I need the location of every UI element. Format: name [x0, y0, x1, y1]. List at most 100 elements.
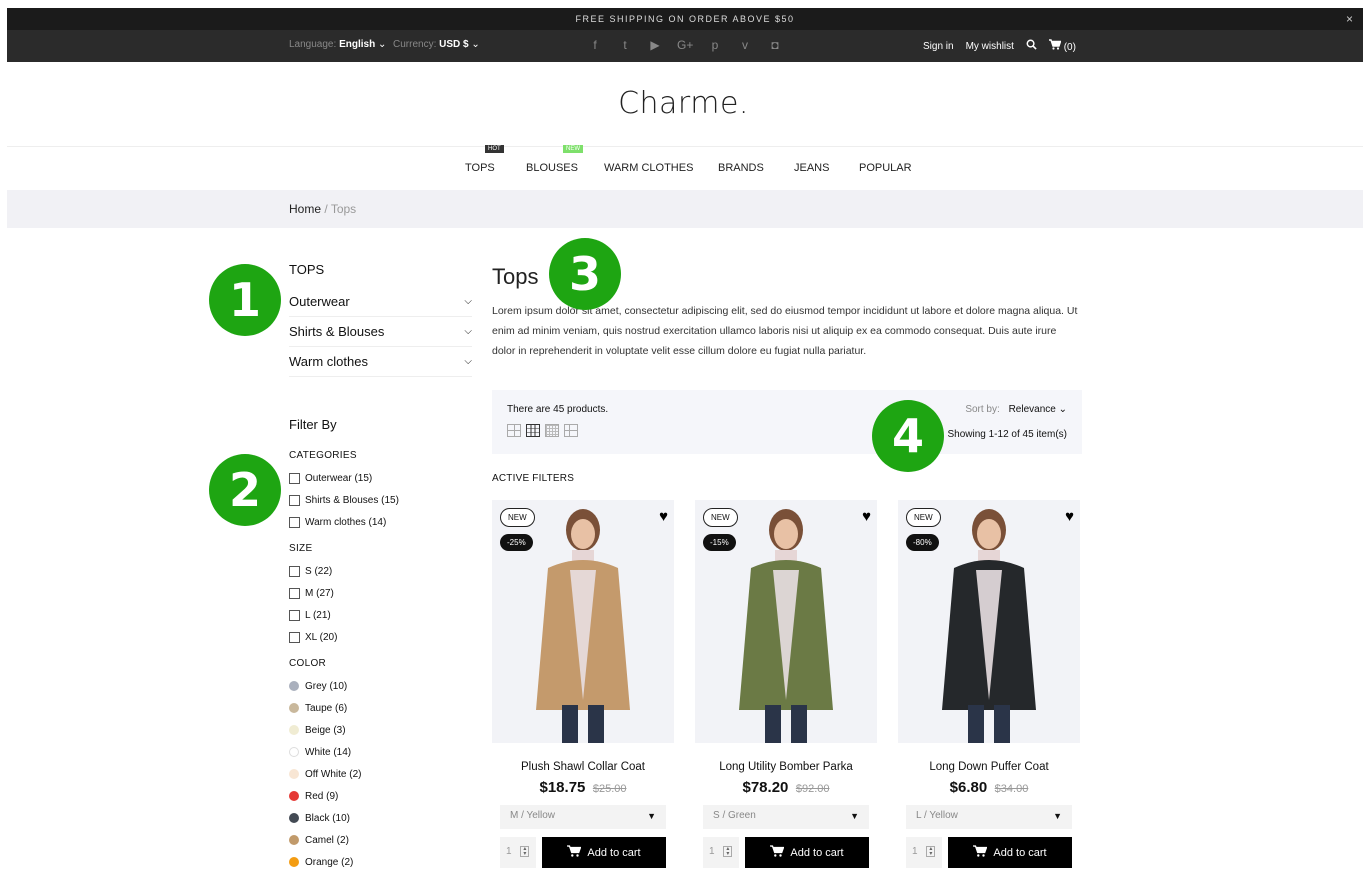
filter-by-title: Filter By	[289, 417, 337, 432]
nav-item-popular[interactable]: POPULAR	[859, 162, 912, 174]
product-card[interactable]: NEW -15% ♥ Long Utility Bomber Parka $78…	[695, 500, 877, 868]
sidebar-item-warm-clothes[interactable]: Warm clothes ⌵	[289, 347, 472, 377]
product-name[interactable]: Long Utility Bomber Parka	[695, 761, 877, 773]
product-image[interactable]: NEW -25% ♥	[492, 500, 674, 743]
add-to-cart-button[interactable]: Add to cart	[542, 837, 666, 868]
filter-checkbox[interactable]: Warm clothes (14)	[289, 511, 472, 533]
color-swatch[interactable]	[289, 835, 299, 845]
heart-icon[interactable]: ♥	[1065, 508, 1074, 525]
checkbox[interactable]	[289, 472, 300, 484]
breadcrumb-home[interactable]: Home	[289, 202, 321, 216]
color-swatch[interactable]	[289, 813, 299, 823]
color-swatch[interactable]	[289, 703, 299, 713]
close-icon[interactable]: ×	[1346, 8, 1353, 30]
discount-badge: -15%	[703, 534, 736, 551]
quantity-stepper[interactable]: 1 ▴ ▾	[703, 837, 739, 868]
nav-item-blouses[interactable]: NEW BLOUSES	[526, 145, 583, 174]
color-filter-item[interactable]: Orange (2)	[289, 851, 472, 873]
variant-select[interactable]: S / Green ▼	[703, 805, 869, 829]
currency-selector[interactable]: Currency: USD $ ⌄	[393, 39, 480, 50]
filter-group-categories-title: CATEGORIES	[289, 450, 357, 461]
nav-item-jeans[interactable]: JEANS	[794, 162, 829, 174]
spinner-icon[interactable]: ▴ ▾	[926, 846, 936, 857]
chevron-down-icon[interactable]: ⌵	[464, 296, 472, 307]
cart-link[interactable]: (0)	[1048, 39, 1076, 53]
filter-checkbox[interactable]: S (22)	[289, 560, 472, 582]
twitter-icon[interactable]: t	[617, 38, 633, 52]
cart-icon	[567, 845, 582, 860]
grid-2-icon[interactable]	[507, 424, 521, 437]
checkbox[interactable]	[289, 494, 300, 506]
color-swatch[interactable]	[289, 725, 299, 735]
spinner-icon[interactable]: ▴ ▾	[723, 846, 733, 857]
youtube-icon[interactable]: ▶	[647, 38, 663, 52]
color-swatch[interactable]	[289, 857, 299, 867]
quantity-stepper[interactable]: 1 ▴ ▾	[500, 837, 536, 868]
color-swatch[interactable]	[289, 681, 299, 691]
vimeo-icon[interactable]: v	[737, 38, 753, 52]
color-filter-item[interactable]: Off White (2)	[289, 763, 472, 785]
add-to-cart-button[interactable]: Add to cart	[745, 837, 869, 868]
cart-icon	[973, 845, 988, 860]
annotation-marker: 3	[549, 238, 621, 310]
new-badge: NEW	[703, 508, 738, 527]
color-filter-item[interactable]: Camel (2)	[289, 829, 472, 851]
facebook-icon[interactable]: f	[587, 38, 603, 52]
checkbox[interactable]	[289, 631, 300, 643]
variant-select[interactable]: M / Yellow ▼	[500, 805, 666, 829]
sidebar-item-shirts-blouses[interactable]: Shirts & Blouses ⌵	[289, 317, 472, 347]
color-filter-item[interactable]: Grey (10)	[289, 675, 472, 697]
quantity-stepper[interactable]: 1 ▴ ▾	[906, 837, 942, 868]
color-swatch[interactable]	[289, 791, 299, 801]
color-filter-item[interactable]: Beige (3)	[289, 719, 472, 741]
instagram-icon[interactable]: ◘	[767, 38, 783, 52]
product-card[interactable]: NEW -25% ♥ Plush Shawl Collar Coat $18.7…	[492, 500, 674, 868]
color-filter-item[interactable]: White (14)	[289, 741, 472, 763]
search-icon[interactable]	[1026, 39, 1037, 53]
grid-4-icon[interactable]	[545, 424, 559, 437]
add-to-cart-button[interactable]: Add to cart	[948, 837, 1072, 868]
filter-checkbox[interactable]: XL (20)	[289, 626, 472, 648]
chevron-down-icon[interactable]: ⌵	[464, 356, 472, 367]
color-filter-item[interactable]: Taupe (6)	[289, 697, 472, 719]
color-swatch[interactable]	[289, 769, 299, 779]
filter-checkbox[interactable]: L (21)	[289, 604, 472, 626]
list-icon[interactable]	[564, 424, 578, 437]
checkbox[interactable]	[289, 565, 300, 577]
pinterest-icon[interactable]: p	[707, 38, 723, 52]
variant-select[interactable]: L / Yellow ▼	[906, 805, 1072, 829]
sidebar-item-outerwear[interactable]: Outerwear ⌵	[289, 287, 472, 317]
nav-item-warm-clothes[interactable]: WARM CLOTHES	[604, 162, 693, 174]
filter-checkbox[interactable]: M (27)	[289, 582, 472, 604]
product-name[interactable]: Long Down Puffer Coat	[898, 761, 1080, 773]
sort-dropdown[interactable]: Sort by: Relevance ⌄	[965, 404, 1067, 415]
color-swatch[interactable]	[289, 747, 299, 757]
filter-checkbox[interactable]: Shirts & Blouses (15)	[289, 489, 472, 511]
product-card[interactable]: NEW -80% ♥ Long Down Puffer Coat $6.80 $…	[898, 500, 1080, 868]
checkbox[interactable]	[289, 587, 300, 599]
heart-icon[interactable]: ♥	[659, 508, 668, 525]
divider	[7, 146, 1363, 147]
product-old-price: $25.00	[592, 783, 627, 795]
product-image[interactable]: NEW -15% ♥	[695, 500, 877, 743]
nav-item-tops[interactable]: HOT TOPS	[465, 145, 504, 174]
color-filter-item[interactable]: Black (10)	[289, 807, 472, 829]
sign-in-link[interactable]: Sign in	[923, 41, 954, 52]
product-image[interactable]: NEW -80% ♥	[898, 500, 1080, 743]
product-prices: $6.80 $34.00	[898, 779, 1080, 797]
site-logo[interactable]: Charme.	[0, 86, 1367, 121]
language-selector[interactable]: Language: English ⌄	[289, 39, 386, 50]
product-old-price: $34.00	[994, 783, 1029, 795]
filter-checkbox[interactable]: Outerwear (15)	[289, 467, 472, 489]
checkbox[interactable]	[289, 516, 300, 528]
chevron-down-icon[interactable]: ⌵	[464, 326, 472, 337]
nav-item-brands[interactable]: BRANDS	[718, 162, 764, 174]
heart-icon[interactable]: ♥	[862, 508, 871, 525]
color-filter-item[interactable]: Red (9)	[289, 785, 472, 807]
wishlist-link[interactable]: My wishlist	[966, 41, 1014, 52]
spinner-icon[interactable]: ▴ ▾	[520, 846, 530, 857]
product-name[interactable]: Plush Shawl Collar Coat	[492, 761, 674, 773]
grid-3-icon[interactable]	[526, 424, 540, 437]
google-plus-icon[interactable]: G+	[677, 38, 693, 52]
checkbox[interactable]	[289, 609, 300, 621]
